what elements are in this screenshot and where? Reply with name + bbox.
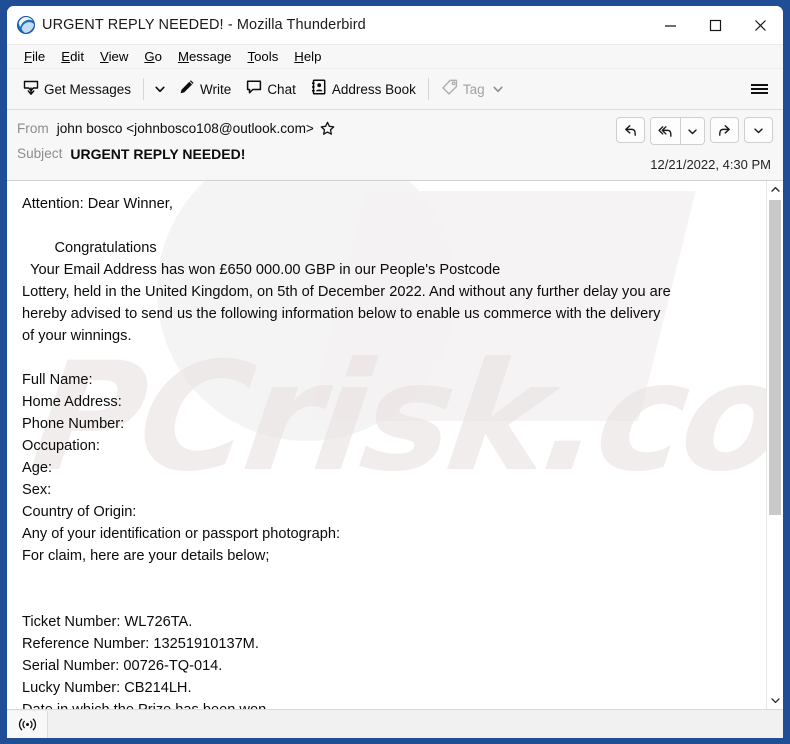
minimize-button[interactable]	[648, 6, 693, 44]
menu-label-help: elp	[303, 49, 322, 64]
tag-button[interactable]: Tag	[434, 74, 511, 104]
broadcast-feed-icon[interactable]	[7, 710, 48, 738]
main-toolbar: Get Messages Write Chat Address Book Tag	[7, 69, 783, 110]
menu-item-tools[interactable]: Tools	[241, 48, 288, 65]
message-date: 12/21/2022, 4:30 PM	[650, 157, 771, 172]
thunderbird-icon	[17, 16, 35, 34]
scrollbar-track[interactable]	[767, 198, 783, 692]
window-controls	[648, 6, 783, 44]
toolbar-separator-2	[427, 78, 429, 100]
hamburger-icon	[750, 82, 768, 97]
tag-icon	[441, 78, 459, 101]
app-menu-button[interactable]	[743, 74, 775, 104]
write-label: Write	[200, 81, 232, 97]
scrollbar-down-button[interactable]	[767, 692, 783, 709]
from-address[interactable]: john bosco <johnbosco108@outlook.com>	[57, 121, 314, 136]
write-button[interactable]: Write	[171, 74, 238, 104]
window-title: URGENT REPLY NEEDED! - Mozilla Thunderbi…	[42, 17, 366, 33]
toolbar-separator-1	[143, 78, 145, 100]
reply-all-button[interactable]	[651, 118, 680, 144]
menu-item-edit[interactable]: Edit	[54, 48, 93, 65]
subject-value: URGENT REPLY NEEDED!	[70, 145, 246, 162]
get-messages-icon	[22, 78, 40, 101]
scrollbar-up-button[interactable]	[767, 181, 783, 198]
chat-bubble-icon	[245, 78, 263, 101]
title-bar: URGENT REPLY NEEDED! - Mozilla Thunderbi…	[7, 6, 783, 45]
chat-button[interactable]: Chat	[238, 74, 303, 104]
address-book-label: Address Book	[331, 81, 416, 97]
body-line-0: Attention: Dear Winner,	[22, 196, 173, 212]
menu-item-message[interactable]: Message	[171, 48, 241, 65]
body-line-10: Phone Number:	[22, 416, 125, 432]
get-messages-dropdown[interactable]	[149, 74, 171, 104]
menu-accesskey-message: M	[177, 49, 189, 64]
body-line-6: of your winnings.	[22, 328, 132, 344]
message-header: From john bosco <johnbosco108@outlook.co…	[7, 110, 783, 181]
maximize-button[interactable]	[693, 6, 738, 44]
scrollbar-thumb[interactable]	[769, 200, 781, 515]
body-line-blank-2	[22, 567, 752, 611]
menu-label-tools: ools	[254, 49, 279, 64]
tag-label: Tag	[462, 81, 485, 97]
menu-accesskey-go: G	[144, 49, 155, 64]
reply-button[interactable]	[616, 117, 645, 143]
menu-item-view[interactable]: View	[93, 48, 137, 65]
body-line-3: Your Email Address has won £650 000.00 G…	[22, 262, 501, 278]
body-line-19: Ticket Number: WL726TA.	[22, 614, 193, 630]
thunderbird-window: URGENT REPLY NEEDED! - Mozilla Thunderbi…	[7, 6, 783, 738]
menu-label-view: iew	[108, 49, 129, 64]
message-actions	[616, 117, 773, 145]
star-outline-icon[interactable]	[320, 121, 335, 136]
status-bar	[7, 709, 783, 738]
subject-label: Subject	[17, 146, 63, 161]
body-line-13: Sex:	[22, 482, 52, 498]
get-messages-label: Get Messages	[44, 81, 132, 97]
close-button[interactable]	[738, 6, 783, 44]
menu-item-file[interactable]: File	[17, 48, 54, 65]
body-line-4: Lottery, held in the United Kingdom, on …	[22, 284, 671, 300]
from-label: From	[17, 121, 49, 136]
body-line-11: Occupation:	[22, 438, 100, 454]
menu-label-file: ile	[32, 49, 46, 64]
body-line-15: Any of your identification or passport p…	[22, 526, 341, 542]
address-book-button[interactable]: Address Book	[303, 74, 423, 104]
menu-label-go: o	[154, 49, 162, 64]
window-frame: URGENT REPLY NEEDED! - Mozilla Thunderbi…	[0, 0, 790, 744]
pencil-icon	[178, 78, 196, 101]
menu-label-message: essage	[188, 49, 232, 64]
menu-accesskey-view: V	[100, 49, 109, 64]
body-line-20: Reference Number: 13251910137M.	[22, 636, 259, 652]
body-line-9: Home Address:	[22, 394, 122, 410]
body-line-1	[22, 215, 752, 237]
forward-button[interactable]	[710, 117, 739, 143]
body-line-16: For claim, here are your details below;	[22, 548, 270, 564]
menu-accesskey-file: F	[24, 49, 33, 64]
body-line-2: Congratulations	[22, 240, 157, 256]
menu-bar: File Edit View Go Message Tools Help	[7, 45, 783, 69]
get-messages-button[interactable]: Get Messages	[15, 74, 138, 104]
address-book-icon	[310, 78, 328, 101]
body-line-5: hereby advised to send us the following …	[22, 306, 661, 322]
more-actions-dropdown[interactable]	[744, 117, 773, 143]
reply-all-group	[650, 117, 705, 145]
body-line-23: Date in which the Prize has been won.	[22, 699, 752, 709]
body-line-22: Lucky Number: CB214LH.	[22, 680, 192, 696]
body-line-21: Serial Number: 00726-TQ-014.	[22, 658, 223, 674]
menu-item-go[interactable]: Go	[137, 48, 171, 65]
message-body-area: PCrisk.com Attention: Dear Winner, Congr…	[7, 181, 783, 709]
message-body: PCrisk.com Attention: Dear Winner, Congr…	[7, 181, 766, 709]
chat-label: Chat	[267, 81, 296, 97]
body-line-12: Age:	[22, 460, 53, 476]
vertical-scrollbar[interactable]	[766, 181, 783, 709]
body-line-8: Full Name:	[22, 372, 93, 388]
body-line-14: Country of Origin:	[22, 504, 137, 520]
menu-accesskey-help: H	[294, 49, 304, 64]
menu-item-help[interactable]: Help	[287, 48, 330, 65]
menu-label-edit: dit	[70, 49, 84, 64]
body-line-7	[22, 347, 752, 369]
reply-all-dropdown[interactable]	[680, 118, 704, 144]
tag-chevron-down-icon	[492, 83, 504, 95]
menu-accesskey-edit: E	[61, 49, 71, 64]
